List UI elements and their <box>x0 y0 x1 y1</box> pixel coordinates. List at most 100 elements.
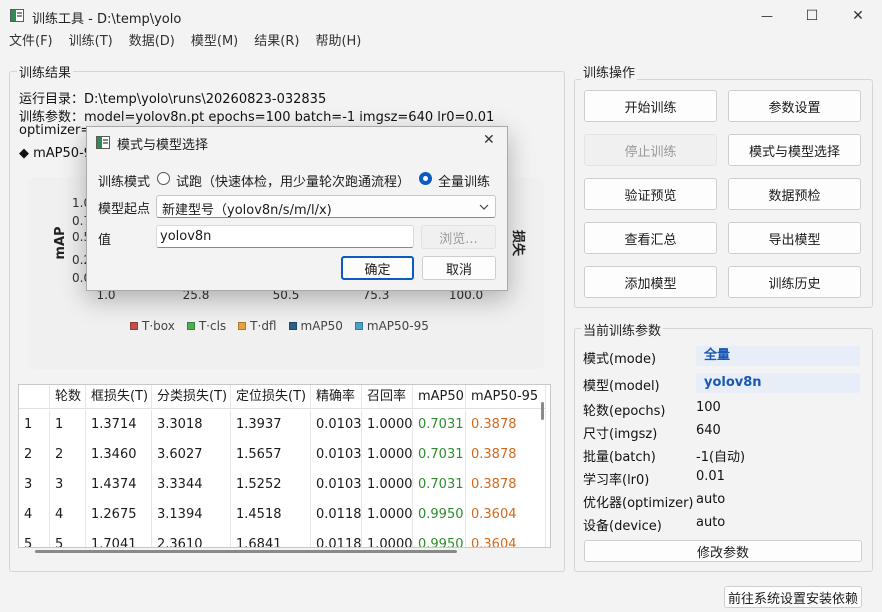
close-button[interactable]: ✕ <box>835 0 881 32</box>
title-bar: 训练工具 - D:\temp\yolo — ☐ ✕ <box>0 0 882 32</box>
table-cell: 0.0118 <box>311 500 362 530</box>
table-cell: 0.3604 <box>466 530 546 547</box>
epoch-table[interactable]: 轮数 框损失(T) 分类损失(T) 定位损失(T) 精确率 召回率 mAP50 mAP50-9… <box>18 384 551 548</box>
column-header[interactable]: 分类损失(T) <box>152 385 231 409</box>
param-value: auto <box>696 492 726 507</box>
minimize-button[interactable]: — <box>744 0 790 32</box>
legend-item[interactable]: mAP50-95 <box>354 319 429 333</box>
legend-swatch <box>130 322 138 330</box>
table-vscroll-thumb[interactable] <box>541 402 544 420</box>
maximize-icon: ☐ <box>805 8 819 24</box>
mode-model-dialog: 模式与模型选择 ✕ 训练模式 试跑（快速体检，用少量轮次跑通流程） 全量训练 模… <box>86 126 508 291</box>
menu-help[interactable]: 帮助(H) <box>307 32 369 54</box>
maximize-button[interactable]: ☐ <box>789 0 835 32</box>
column-header[interactable]: mAP50-95 <box>466 385 546 409</box>
mode-model-select-button[interactable]: 模式与模型选择 <box>728 134 861 166</box>
validate-preview-button[interactable]: 验证预览 <box>584 178 717 210</box>
metric-selector[interactable]: ◆ mAP50-9 <box>19 146 92 161</box>
legend-item[interactable]: T·dfl <box>238 319 277 333</box>
table-cell: 1.0000 <box>362 440 413 470</box>
table-hscroll-thumb[interactable] <box>35 550 457 553</box>
legend-swatch <box>354 322 363 330</box>
install-deps-button[interactable]: 前往系统设置安装依赖 <box>724 586 862 608</box>
mode-label: 训练模式 <box>98 175 151 190</box>
table-cell: 1.5657 <box>231 440 311 470</box>
table-cell: 3.6027 <box>152 440 231 470</box>
menu-data[interactable]: 数据(D) <box>121 32 183 54</box>
table-cell: 0.7031 <box>413 440 466 470</box>
table-cell: 4 <box>50 500 86 530</box>
table-row[interactable]: 5 5 1.7041 2.3610 1.6841 0.0118 1.0000 0.9950 0.… <box>19 530 546 547</box>
model-source-value: 新建型号（yolov8n/s/m/l/x) <box>162 203 332 218</box>
column-header[interactable]: 召回率 <box>362 385 413 409</box>
radio-trial-label[interactable]: 试跑（快速体检，用少量轮次跑通流程） <box>176 171 410 190</box>
param-value: 0.01 <box>696 469 725 484</box>
param-value: 全量 <box>696 346 860 366</box>
view-summary-button[interactable]: 查看汇总 <box>584 222 717 254</box>
column-header[interactable]: 定位损失(T) <box>231 385 311 409</box>
menu-file[interactable]: 文件(F) <box>0 32 61 54</box>
table-cell: 3.3018 <box>152 410 231 440</box>
table-row[interactable]: 1 1 1.3714 3.3018 1.3937 0.0103 1.0000 0.7031 0.… <box>19 410 546 440</box>
row-index: 1 <box>19 410 50 440</box>
menu-results[interactable]: 结果(R) <box>246 32 307 54</box>
table-cell: 3 <box>50 470 86 500</box>
table-cell: 1.4518 <box>231 500 311 530</box>
row-index: 3 <box>19 470 50 500</box>
start-training-button[interactable]: 开始训练 <box>584 90 717 122</box>
menu-model[interactable]: 模型(M) <box>183 32 246 54</box>
table-cell: 1.3714 <box>86 410 152 440</box>
param-label: 设备(device) <box>583 519 662 534</box>
ok-button[interactable]: 确定 <box>341 256 414 280</box>
param-label: 模式(mode) <box>583 352 657 367</box>
table-cell: 1.3937 <box>231 410 311 440</box>
table-cell: 0.9950 <box>413 500 466 530</box>
cancel-button[interactable]: 取消 <box>422 256 496 280</box>
legend-item[interactable]: T·cls <box>186 319 227 333</box>
data-precheck-button[interactable]: 数据预检 <box>728 178 861 210</box>
add-model-button[interactable]: 添加模型 <box>584 266 717 298</box>
column-header[interactable]: 轮数 <box>50 385 86 409</box>
export-model-button[interactable]: 导出模型 <box>728 222 861 254</box>
table-cell: 0.3878 <box>466 410 546 440</box>
menu-train[interactable]: 训练(T) <box>61 32 121 54</box>
legend-label: mAP50 <box>300 319 343 333</box>
radio-trial[interactable] <box>157 172 170 185</box>
param-value: 640 <box>696 423 721 438</box>
table-cell: 0.0103 <box>311 410 362 440</box>
table-cell: 1.0000 <box>362 530 413 547</box>
legend-label: mAP50-95 <box>366 319 429 333</box>
legend-item[interactable]: T·box <box>130 319 175 333</box>
value-label: 值 <box>98 233 112 248</box>
table-cell: 0.0103 <box>311 470 362 500</box>
legend-item[interactable]: mAP50 <box>288 319 343 333</box>
current-params-title: 当前训练参数 <box>581 320 664 339</box>
param-label: 批量(batch) <box>583 450 656 465</box>
modify-params-button[interactable]: 修改参数 <box>584 540 862 562</box>
param-label: 模型(model) <box>583 379 660 394</box>
y-axis-label: mAP <box>53 226 68 259</box>
browse-button[interactable]: 浏览... <box>421 225 496 249</box>
table-cell: 1.0000 <box>362 410 413 440</box>
table-cell: 1.4374 <box>86 470 152 500</box>
table-cell: 0.3878 <box>466 440 546 470</box>
table-cell: 0.7031 <box>413 470 466 500</box>
legend-label: T·cls <box>198 319 227 333</box>
table-row[interactable]: 2 2 1.3460 3.6027 1.5657 0.0103 1.0000 0.7031 0.… <box>19 440 546 470</box>
model-source-select[interactable]: 新建型号（yolov8n/s/m/l/x) <box>156 195 496 218</box>
y2-axis-label: 损失 <box>510 230 526 257</box>
menu-bar: 文件(F) 训练(T) 数据(D) 模型(M) 结果(R) 帮助(H) <box>0 32 882 54</box>
table-row[interactable]: 3 3 1.4374 3.3344 1.5252 0.0103 1.0000 0.7031 0.… <box>19 470 546 500</box>
stop-training-button[interactable]: 停止训练 <box>584 134 717 166</box>
column-header[interactable]: 精确率 <box>311 385 362 409</box>
radio-full[interactable] <box>419 172 432 185</box>
dialog-close-icon[interactable]: ✕ <box>483 132 495 148</box>
radio-full-label[interactable]: 全量训练 <box>438 171 490 190</box>
ops-group-title: 训练操作 <box>581 62 638 81</box>
param-settings-button[interactable]: 参数设置 <box>728 90 861 122</box>
value-input[interactable]: yolov8n <box>156 225 414 248</box>
column-header[interactable]: 框损失(T) <box>86 385 152 409</box>
column-header[interactable]: mAP50 <box>413 385 466 409</box>
training-history-button[interactable]: 训练历史 <box>728 266 861 298</box>
table-row[interactable]: 4 4 1.2675 3.1394 1.4518 0.0118 1.0000 0.9950 0.… <box>19 500 546 530</box>
